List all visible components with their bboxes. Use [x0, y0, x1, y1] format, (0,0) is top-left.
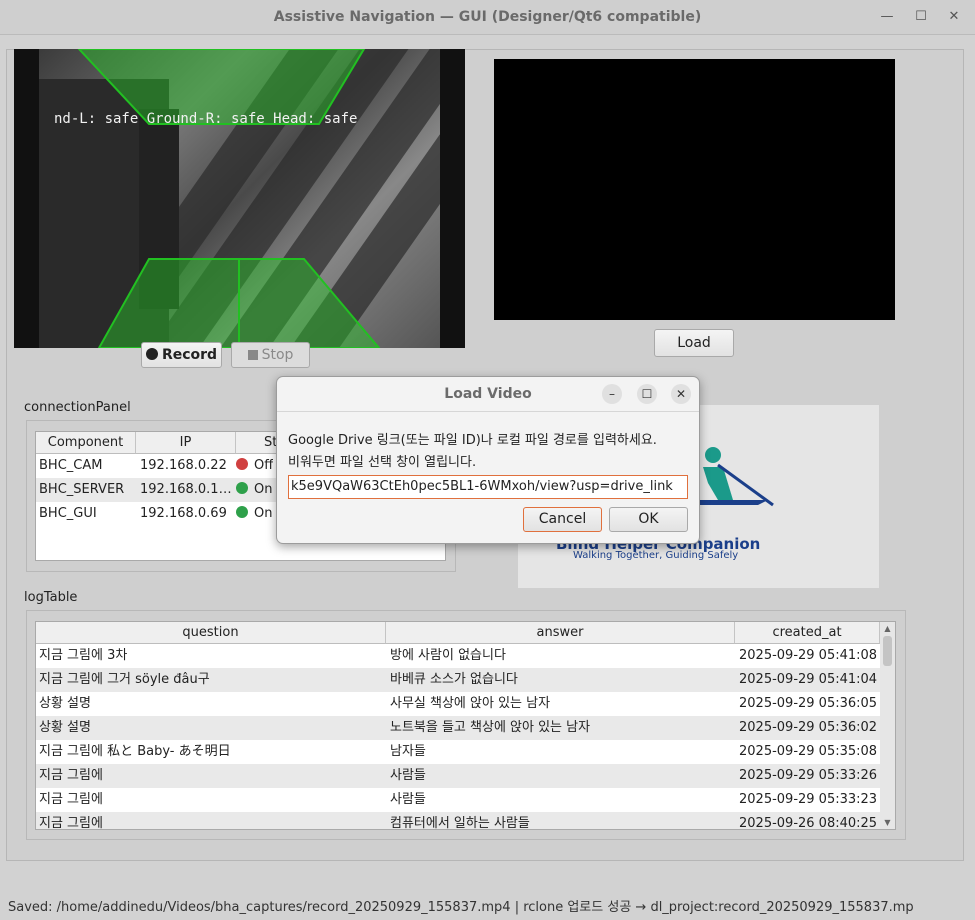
cell-component: BHC_GUI: [39, 506, 97, 521]
maximize-icon[interactable]: ☐: [911, 8, 931, 26]
cell-ip: 192.168.0.22: [140, 458, 227, 473]
cell-answer: 컴퓨터에서 일하는 사람들: [390, 816, 530, 830]
scroll-thumb[interactable]: [883, 636, 892, 666]
log-table-label: logTable: [24, 590, 78, 605]
stop-button[interactable]: Stop: [231, 342, 310, 368]
header-created-at[interactable]: created_at: [735, 622, 880, 644]
cell-question: 지금 그림에: [39, 792, 103, 807]
cancel-button[interactable]: Cancel: [523, 507, 602, 532]
header-answer[interactable]: answer: [386, 622, 735, 644]
log-table: question answer created_at 지금 그림에 3차 방에 사…: [35, 621, 896, 830]
cell-created-at: 2025-09-29 05:35:08: [739, 744, 878, 759]
close-icon[interactable]: ✕: [944, 8, 964, 26]
cell-question: 상황 설명: [39, 696, 91, 711]
logo-tagline: Walking Together, Guiding Safely: [573, 550, 739, 561]
header-question[interactable]: question: [36, 622, 386, 644]
load-button[interactable]: Load: [654, 329, 734, 357]
cell-component: BHC_CAM: [39, 458, 103, 473]
cell-created-at: 2025-09-26 08:40:25: [739, 816, 878, 830]
minimize-icon[interactable]: —: [877, 8, 897, 26]
header-ip[interactable]: IP: [136, 432, 236, 454]
cell-created-at: 2025-09-29 05:33:26: [739, 768, 878, 783]
cell-created-at: 2025-09-29 05:41:08: [739, 648, 878, 663]
status-dot-icon: [236, 482, 248, 494]
cell-answer: 사무실 책상에 앉아 있는 남자: [390, 696, 551, 711]
scroll-up-icon[interactable]: ▲: [882, 624, 893, 633]
zone-overlay: [77, 49, 381, 348]
cell-ip: 192.168.0.1…: [140, 482, 232, 497]
cell-question: 지금 그림에: [39, 816, 103, 830]
cell-created-at: 2025-09-29 05:33:23: [739, 792, 878, 807]
cell-created-at: 2025-09-29 05:41:04: [739, 672, 878, 687]
video-preview: [494, 59, 895, 320]
status-bar: Saved: /home/addinedu/Videos/bha_capture…: [8, 900, 914, 915]
status-dot-icon: [236, 458, 248, 470]
cell-question: 지금 그림에: [39, 768, 103, 783]
cell-answer: 노트북을 들고 책상에 앉아 있는 남자: [390, 720, 591, 735]
scroll-down-icon[interactable]: ▼: [882, 818, 893, 827]
cell-answer: 사람들: [390, 768, 426, 783]
title-bar: Assistive Navigation — GUI (Designer/Qt6…: [0, 0, 975, 35]
cell-answer: 남자들: [390, 744, 426, 759]
cell-status: On: [254, 482, 273, 497]
cell-status: Off: [254, 458, 274, 473]
log-scrollbar[interactable]: ▲ ▼: [880, 622, 895, 829]
ok-button[interactable]: OK: [609, 507, 688, 532]
dialog-instruction-2: 비워두면 파일 선택 창이 열립니다.: [288, 455, 477, 470]
zone-status-text: nd-L: safe Ground-R: safe Head: safe: [54, 111, 358, 127]
cell-status: On: [254, 506, 273, 521]
dialog-minimize-icon[interactable]: –: [602, 384, 622, 404]
cell-answer: 방에 사람이 없습니다: [390, 648, 506, 663]
load-video-dialog: Load Video – ☐ ✕ Google Drive 링크(또는 파일 I…: [276, 376, 700, 544]
cell-question: 지금 그림에 3차: [39, 648, 128, 663]
dialog-title: Load Video: [277, 377, 699, 412]
cell-question: 지금 그림에 그거 söyle đâu구: [39, 672, 210, 687]
camera-feed: nd-L: safe Ground-R: safe Head: safe: [14, 49, 465, 348]
record-button[interactable]: Record: [141, 342, 222, 368]
stop-icon: [247, 350, 258, 360]
status-dot-icon: [236, 506, 248, 518]
cell-answer: 사람들: [390, 792, 426, 807]
cell-question: 지금 그림에 私と Baby- あそ明日: [39, 744, 231, 759]
cell-ip: 192.168.0.69: [140, 506, 227, 521]
header-component[interactable]: Component: [36, 432, 136, 454]
cell-answer: 바베큐 소스가 없습니다: [390, 672, 518, 687]
video-path-input[interactable]: k5e9VQaW63CtEh0pec5BL1-6WMxoh/view?usp=d…: [288, 475, 688, 499]
window-title: Assistive Navigation — GUI (Designer/Qt6…: [273, 9, 702, 25]
dialog-instruction-1: Google Drive 링크(또는 파일 ID)나 로컬 파일 경로를 입력하…: [288, 433, 657, 448]
dialog-maximize-icon[interactable]: ☐: [637, 384, 657, 404]
cell-created-at: 2025-09-29 05:36:05: [739, 696, 878, 711]
cell-created-at: 2025-09-29 05:36:02: [739, 720, 878, 735]
connection-panel-label: connectionPanel: [24, 400, 131, 415]
record-icon: [145, 348, 158, 360]
cell-question: 상황 설명: [39, 720, 91, 735]
dialog-close-icon[interactable]: ✕: [671, 384, 691, 404]
cell-component: BHC_SERVER: [39, 482, 125, 497]
